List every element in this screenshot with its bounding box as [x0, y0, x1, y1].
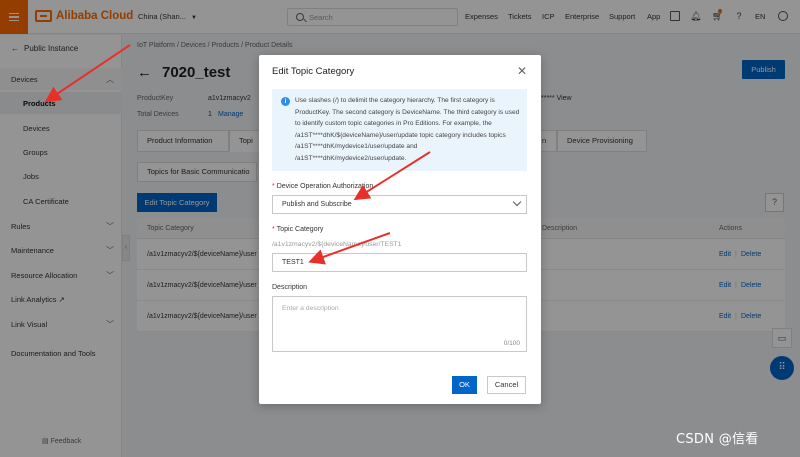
auth-label-text: Device Operation Authorization	[276, 183, 374, 190]
topic-category-input[interactable]: TEST1	[272, 253, 527, 272]
topic-category-value: TEST1	[282, 259, 304, 266]
description-label: Description	[272, 284, 308, 291]
auth-label: * Device Operation Authorization	[272, 183, 373, 190]
dialog-title: Edit Topic Category	[272, 66, 355, 77]
cancel-button[interactable]: Cancel	[487, 376, 526, 394]
char-counter: 0/100	[503, 340, 520, 347]
topic-preview: /a1v1zmacyv2/${deviceName}/user/TEST1	[272, 241, 402, 248]
info-box: i Use slashes (/) to delimit the categor…	[272, 89, 527, 171]
info-text: Use slashes (/) to delimit the category …	[295, 97, 520, 162]
edit-topic-category-dialog: Edit Topic Category ✕ i Use slashes (/) …	[259, 55, 541, 404]
description-placeholder: Enter a description	[282, 305, 339, 312]
info-icon: i	[281, 97, 290, 106]
watermark: CSDN @信看	[676, 432, 759, 447]
topic-label-text: Topic Category	[276, 226, 324, 233]
close-icon[interactable]: ✕	[517, 65, 527, 77]
authorization-select[interactable]: Publish and Subscribe	[272, 195, 527, 214]
required-mark: *	[272, 226, 275, 233]
topic-label: * Topic Category	[272, 226, 323, 233]
required-mark: *	[272, 183, 275, 190]
authorization-value: Publish and Subscribe	[282, 201, 352, 208]
ok-button[interactable]: OK	[452, 376, 477, 394]
description-textarea[interactable]: Enter a description 0/100	[272, 296, 527, 352]
chevron-down-icon	[512, 197, 522, 207]
